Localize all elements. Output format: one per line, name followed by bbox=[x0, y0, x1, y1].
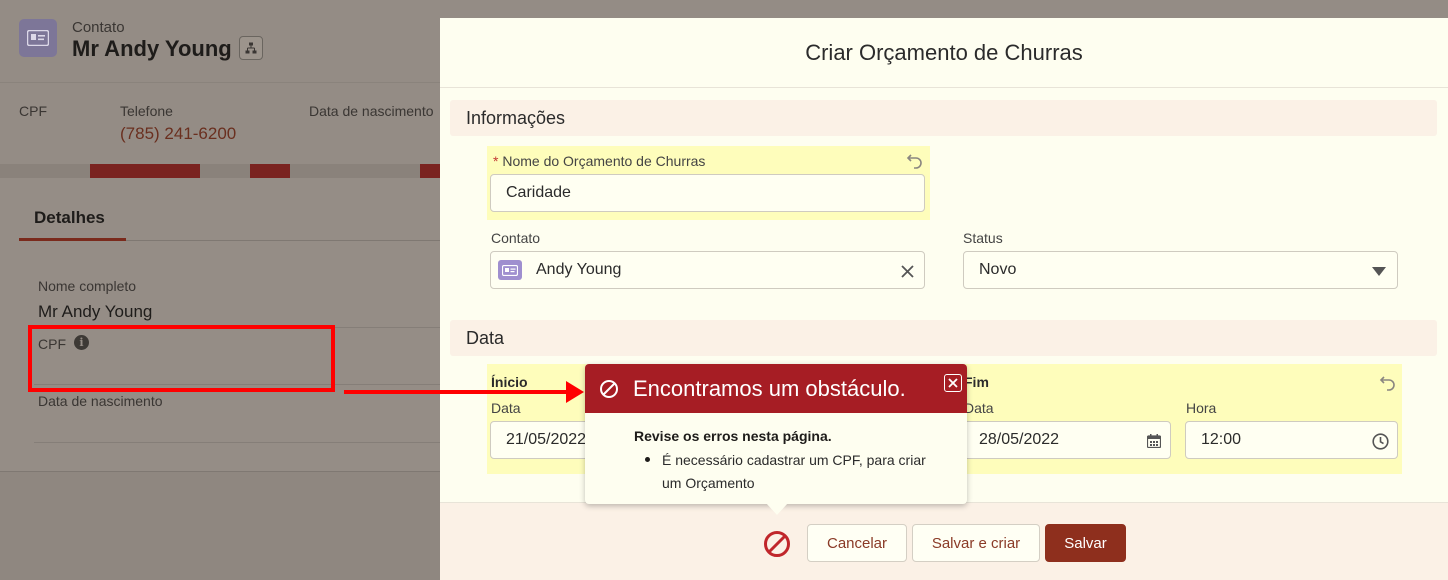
calendar-icon[interactable] bbox=[1147, 434, 1161, 448]
highlight-cpf-label: CPF bbox=[19, 103, 47, 119]
error-circle-icon bbox=[600, 380, 618, 398]
error-popover: Encontramos um obstáculo. Revise os erro… bbox=[585, 364, 967, 515]
undo-icon[interactable] bbox=[906, 151, 924, 169]
highlights-panel: CPF Telefone (785) 241-6200 Data de nasc… bbox=[0, 82, 440, 164]
save-and-new-button[interactable]: Salvar e criar bbox=[912, 524, 1040, 562]
inicio-date-label: Data bbox=[491, 400, 521, 416]
fim-date-label: Data bbox=[964, 400, 994, 416]
clock-icon[interactable] bbox=[1372, 433, 1389, 450]
fim-group-label: Fim bbox=[964, 374, 989, 390]
contact-lookup[interactable]: Andy Young bbox=[490, 251, 925, 289]
section-data[interactable]: Data bbox=[450, 320, 1437, 356]
modal-title: Criar Orçamento de Churras bbox=[805, 39, 1083, 65]
contact-field-label: Contato bbox=[491, 230, 541, 246]
inicio-group-label: Ínicio bbox=[491, 374, 528, 390]
highlight-birth-label: Data de nascimento bbox=[309, 103, 434, 119]
contact-card-icon bbox=[498, 260, 522, 280]
status-field-label: Status bbox=[963, 230, 1003, 246]
fim-time-input[interactable]: 12:00 bbox=[1185, 421, 1398, 459]
required-mark: * bbox=[493, 153, 499, 169]
undo-icon[interactable] bbox=[1379, 373, 1397, 391]
field-divider bbox=[34, 442, 440, 443]
fim-date-input[interactable]: 28/05/2022 bbox=[963, 421, 1171, 459]
record-title: Mr Andy Young bbox=[72, 36, 232, 61]
highlight-phone-value[interactable]: (785) 241-6200 bbox=[120, 124, 236, 144]
save-button[interactable]: Salvar bbox=[1045, 524, 1126, 562]
modal-footer: Cancelar Salvar e criar Salvar bbox=[440, 502, 1448, 580]
popover-nub bbox=[766, 503, 788, 515]
error-body-title: Revise os erros nesta página. bbox=[634, 428, 832, 444]
full-name-label: Nome completo bbox=[38, 278, 137, 294]
fim-time-label: Hora bbox=[1186, 400, 1217, 416]
object-label: Contato bbox=[72, 19, 125, 36]
cancel-button[interactable]: Cancelar bbox=[807, 524, 907, 562]
dropdown-arrow-icon bbox=[1372, 267, 1386, 276]
name-field-label-text: Nome do Orçamento de Churras bbox=[502, 153, 706, 169]
error-message-line2: um Orçamento bbox=[662, 475, 755, 491]
decorative-banner bbox=[0, 164, 440, 178]
error-message-line1: É necessário cadastrar um CPF, para cria… bbox=[662, 452, 926, 468]
tab-active-indicator bbox=[19, 238, 126, 241]
name-input-value: Caridade bbox=[506, 184, 571, 201]
birth-date-label: Data de nascimento bbox=[38, 393, 163, 409]
tab-detalhes[interactable]: Detalhes bbox=[34, 208, 105, 228]
name-input[interactable]: Caridade bbox=[490, 174, 925, 212]
status-value: Novo bbox=[979, 261, 1017, 278]
section-title: Data bbox=[466, 328, 505, 348]
annotation-arrow-line bbox=[344, 390, 568, 394]
full-name-value: Mr Andy Young bbox=[38, 302, 153, 321]
hierarchy-icon[interactable] bbox=[239, 36, 263, 60]
inicio-date-value: 21/05/2022 bbox=[506, 431, 587, 448]
clear-icon[interactable] bbox=[901, 265, 914, 278]
bullet bbox=[645, 457, 650, 462]
annotation-highlight-box bbox=[28, 325, 335, 392]
name-field-label: * Nome do Orçamento de Churras bbox=[493, 153, 705, 169]
status-select[interactable]: Novo bbox=[963, 251, 1398, 289]
highlight-phone-label: Telefone bbox=[120, 103, 173, 119]
section-informacoes[interactable]: Informações bbox=[450, 100, 1437, 136]
error-popover-title: Encontramos um obstáculo. bbox=[633, 376, 906, 401]
close-icon[interactable] bbox=[944, 374, 962, 392]
error-popover-header: Encontramos um obstáculo. bbox=[585, 364, 967, 413]
modal-header: Criar Orçamento de Churras bbox=[440, 18, 1448, 88]
contact-value: Andy Young bbox=[536, 261, 622, 278]
section-title: Informações bbox=[466, 108, 566, 128]
fim-time-value: 12:00 bbox=[1201, 431, 1242, 448]
error-circle-icon[interactable] bbox=[762, 529, 792, 559]
contact-card-icon bbox=[19, 19, 57, 57]
annotation-arrow-head bbox=[566, 381, 584, 403]
fim-date-value: 28/05/2022 bbox=[979, 431, 1060, 448]
